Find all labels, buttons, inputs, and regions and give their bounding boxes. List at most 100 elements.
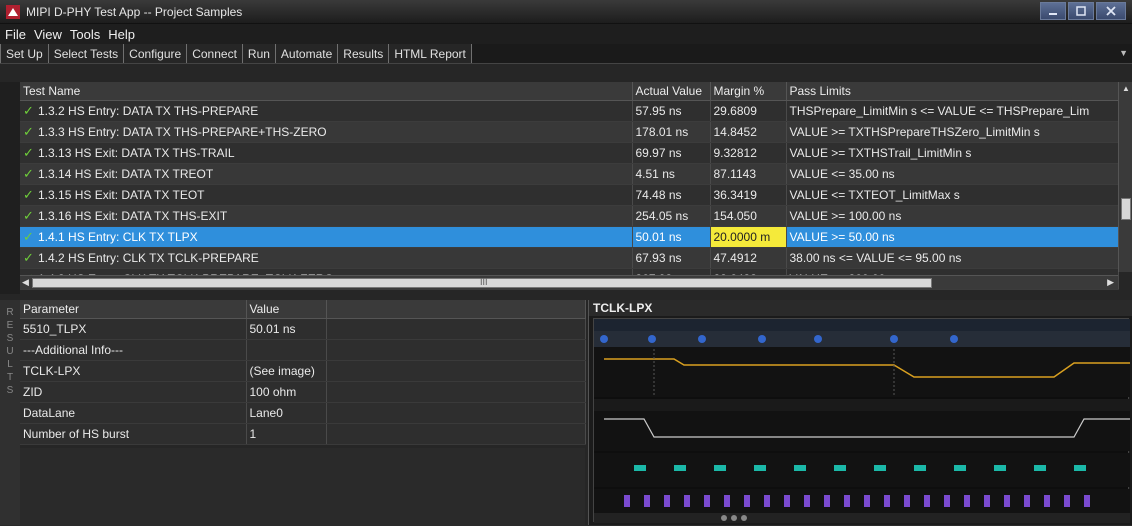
- test-name-cell[interactable]: ✓ 1.3.2 HS Entry: DATA TX THS-PREPARE: [20, 100, 633, 122]
- tab-set-up[interactable]: Set Up: [0, 44, 49, 63]
- menu-file[interactable]: File: [4, 27, 27, 42]
- results-grid: Test Name Actual Value Margin % Pass Limits…: [0, 82, 1132, 294]
- parameter-value-cell: (See image): [246, 360, 327, 382]
- tab-automate[interactable]: Automate: [275, 44, 339, 63]
- parameter-row[interactable]: Number of HS burst 1: [20, 423, 586, 445]
- window-title: MIPI D-PHY Test App -- Project Samples: [26, 4, 243, 19]
- close-icon: [1106, 5, 1116, 16]
- actual-cell[interactable]: 178.01 ns: [632, 121, 711, 143]
- table-row[interactable]: ✓ 1.3.3 HS Entry: DATA TX THS-PREPARE+THS…: [20, 121, 1119, 143]
- app-icon: [6, 4, 20, 19]
- margin-cell[interactable]: 36.3419: [710, 184, 787, 206]
- limits-cell[interactable]: VALUE <= 35.00 ns: [786, 163, 1119, 185]
- parameter-extra-cell: [326, 318, 586, 340]
- actual-cell[interactable]: 4.51 ns: [632, 163, 711, 185]
- test-name-cell[interactable]: ✓ 1.3.16 HS Exit: DATA TX THS-EXIT: [20, 205, 633, 227]
- table-row[interactable]: ✓ 1.4.1 HS Entry: CLK TX TLPX 50.01 ns 20.0…: [20, 226, 1119, 248]
- parameter-row[interactable]: ZID 100 ohm: [20, 381, 586, 403]
- tab-connect[interactable]: Connect: [187, 44, 243, 63]
- column-header-actual-value[interactable]: Actual Value: [632, 82, 711, 101]
- column-header-margin-percent[interactable]: Margin %: [710, 82, 787, 101]
- column-header-test-name[interactable]: Test Name: [20, 82, 633, 101]
- row-header-gutter: [0, 82, 20, 294]
- limits-cell[interactable]: VALUE >= TXTHSTrail_LimitMin s: [786, 142, 1119, 164]
- parameter-extra-cell: [326, 381, 586, 403]
- parameter-name-cell: 5510_TLPX: [20, 318, 247, 340]
- menu-tools[interactable]: Tools: [69, 27, 101, 42]
- tab-html-report[interactable]: HTML Report: [389, 44, 472, 63]
- table-row[interactable]: ✓ 1.3.14 HS Exit: DATA TX TREOT 4.51 ns 87.…: [20, 163, 1119, 185]
- margin-cell[interactable]: 9.32812: [710, 142, 787, 164]
- parameter-row[interactable]: DataLane Lane0: [20, 402, 586, 424]
- test-name-cell[interactable]: ✓ 1.3.15 HS Exit: DATA TX TEOT: [20, 184, 633, 206]
- margin-cell[interactable]: 47.4912: [710, 247, 787, 269]
- margin-cell[interactable]: 154.050: [710, 205, 787, 227]
- results-table: Test Name Actual Value Margin % Pass Limits…: [20, 82, 1119, 290]
- limits-cell[interactable]: VALUE <= TXTEOT_LimitMax s: [786, 184, 1119, 206]
- margin-cell[interactable]: 87.1143: [710, 163, 787, 185]
- actual-cell[interactable]: 254.05 ns: [632, 205, 711, 227]
- menu-view[interactable]: View: [33, 27, 63, 42]
- test-name-text: 1.3.13 HS Exit: DATA TX THS-TRAIL: [38, 145, 235, 160]
- limits-cell[interactable]: VALUE >= 100.00 ns: [786, 205, 1119, 227]
- side-label-letter: S: [6, 385, 14, 396]
- tab-results[interactable]: Results: [338, 44, 390, 63]
- pass-check-icon: ✓: [23, 186, 34, 202]
- column-header-pass-limits[interactable]: Pass Limits: [786, 82, 1119, 101]
- scroll-right-icon[interactable]: ▶: [1107, 277, 1114, 288]
- pass-check-icon: ✓: [23, 207, 34, 223]
- table-row[interactable]: ✓ 1.3.2 HS Entry: DATA TX THS-PREPARE 57.9…: [20, 100, 1119, 122]
- column-header-parameter[interactable]: Parameter: [20, 300, 247, 319]
- test-name-cell[interactable]: ✓ 1.4.2 HS Entry: CLK TX TCLK-PREPARE: [20, 247, 633, 269]
- test-name-cell[interactable]: ✓ 1.3.14 HS Exit: DATA TX TREOT: [20, 163, 633, 185]
- menu-help[interactable]: Help: [107, 27, 136, 42]
- scroll-up-icon[interactable]: ▲: [1122, 84, 1130, 93]
- parameter-extra-cell: [326, 423, 586, 445]
- column-header-extra[interactable]: [326, 300, 586, 319]
- parameter-name-cell: ZID: [20, 381, 247, 403]
- actual-cell[interactable]: 74.48 ns: [632, 184, 711, 206]
- parameters-empty-area: [20, 448, 585, 525]
- tab-select-tests[interactable]: Select Tests: [48, 44, 125, 63]
- scroll-left-icon[interactable]: ◀: [22, 277, 29, 288]
- scrollbar-thumb[interactable]: [1121, 198, 1131, 220]
- table-row[interactable]: ✓ 1.3.13 HS Exit: DATA TX THS-TRAIL 69.97 …: [20, 142, 1119, 164]
- margin-cell[interactable]: 20.0000 m: [710, 226, 787, 248]
- tab-configure[interactable]: Configure: [124, 44, 188, 63]
- title-bar[interactable]: MIPI D-PHY Test App -- Project Samples: [0, 0, 1132, 24]
- pass-check-icon: ✓: [23, 165, 34, 181]
- parameter-row[interactable]: TCLK-LPX (See image): [20, 360, 586, 382]
- results-vertical-scrollbar[interactable]: ▲: [1118, 82, 1132, 272]
- limits-cell[interactable]: 38.00 ns <= VALUE <= 95.00 ns: [786, 247, 1119, 269]
- actual-cell[interactable]: 69.97 ns: [632, 142, 711, 164]
- actual-cell[interactable]: 67.93 ns: [632, 247, 711, 269]
- parameter-row[interactable]: ---Additional Info---: [20, 339, 586, 361]
- limits-cell[interactable]: VALUE >= TXTHSPrepareTHSZero_LimitMin s: [786, 121, 1119, 143]
- test-name-text: 1.3.2 HS Entry: DATA TX THS-PREPARE: [38, 103, 259, 118]
- margin-cell[interactable]: 14.8452: [710, 121, 787, 143]
- margin-cell[interactable]: 29.6809: [710, 100, 787, 122]
- app-window: MIPI D-PHY Test App -- Project Samples F…: [0, 0, 1132, 525]
- column-header-value[interactable]: Value: [246, 300, 327, 319]
- table-row[interactable]: ✓ 1.4.2 HS Entry: CLK TX TCLK-PREPARE 67.9…: [20, 247, 1119, 269]
- side-label-letter: L: [7, 359, 13, 370]
- side-label-letter: T: [6, 372, 14, 383]
- test-name-cell[interactable]: ✓ 1.3.13 HS Exit: DATA TX THS-TRAIL: [20, 142, 633, 164]
- pass-check-icon: ✓: [23, 102, 34, 118]
- results-horizontal-scrollbar[interactable]: ◀ III ▶: [20, 275, 1118, 289]
- close-button[interactable]: [1096, 1, 1126, 20]
- table-row[interactable]: ✓ 1.3.16 HS Exit: DATA TX THS-EXIT 254.05 …: [20, 205, 1119, 227]
- maximize-button[interactable]: [1068, 1, 1094, 20]
- tab-overflow-icon[interactable]: ▼: [1119, 48, 1128, 58]
- test-name-cell[interactable]: ✓ 1.4.1 HS Entry: CLK TX TLPX: [20, 226, 633, 248]
- image-panel: TCLK-LPX: [588, 300, 1132, 525]
- limits-cell[interactable]: THSPrepare_LimitMin s <= VALUE <= THSPre…: [786, 100, 1119, 122]
- minimize-button[interactable]: [1040, 1, 1066, 20]
- parameter-row[interactable]: 5510_TLPX 50.01 ns: [20, 318, 586, 340]
- tab-run[interactable]: Run: [242, 44, 276, 63]
- limits-cell[interactable]: VALUE >= 50.00 ns: [786, 226, 1119, 248]
- actual-cell[interactable]: 50.01 ns: [632, 226, 711, 248]
- table-row[interactable]: ✓ 1.3.15 HS Exit: DATA TX TEOT 74.48 ns 36.…: [20, 184, 1119, 206]
- test-name-cell[interactable]: ✓ 1.3.3 HS Entry: DATA TX THS-PREPARE+THS…: [20, 121, 633, 143]
- actual-cell[interactable]: 57.95 ns: [632, 100, 711, 122]
